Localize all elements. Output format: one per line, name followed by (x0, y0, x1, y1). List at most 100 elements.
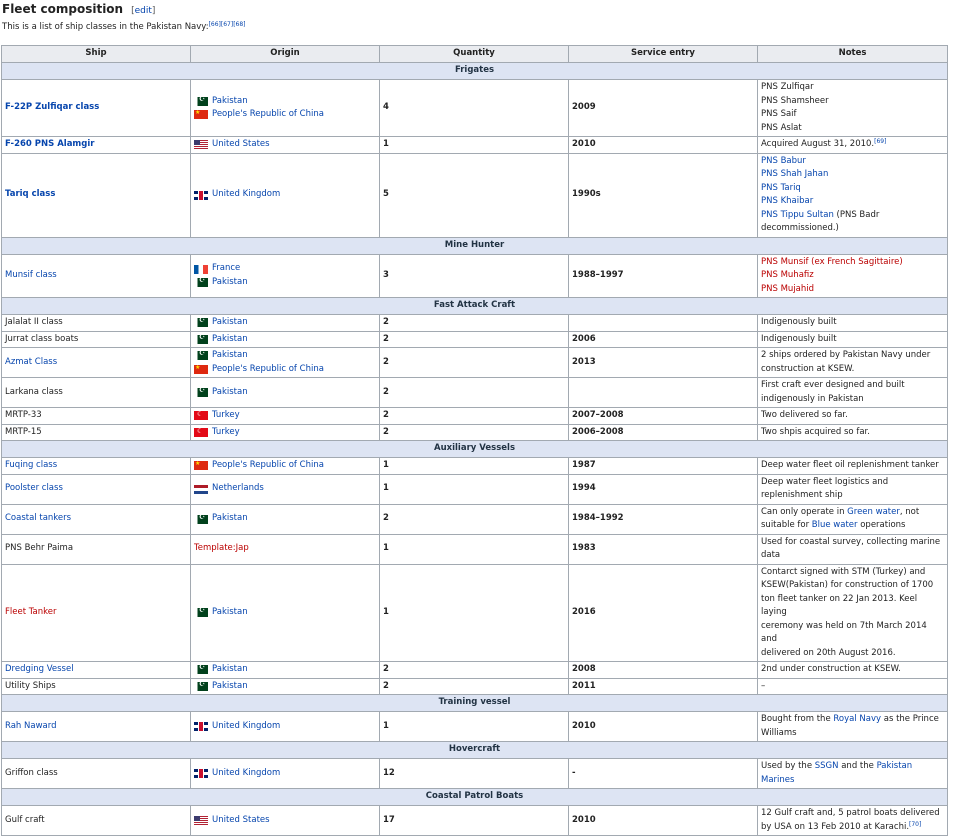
note-link[interactable]: SSGN (815, 761, 839, 771)
ship-name: Larkana class (5, 386, 63, 397)
country-link[interactable]: Turkey (212, 426, 240, 440)
flag-pk-icon (194, 278, 208, 287)
ship-link[interactable]: Fuqing class (5, 460, 57, 470)
ship-link[interactable]: Coastal tankers (5, 513, 71, 523)
notes-line: Used for coastal survey, collecting mari… (761, 536, 944, 550)
note-link-red[interactable]: PNS Munsif (ex French Sagittaire) (761, 257, 903, 267)
note-text: – (761, 680, 766, 691)
country-link[interactable]: People's Republic of China (212, 459, 324, 473)
note-link[interactable]: Pakistan (877, 761, 913, 771)
table-row: Tariq class United Kingdom 5 1990s PNS Babur… (1, 152, 948, 238)
note-text: PNS Saif (761, 109, 797, 119)
country-link[interactable]: People's Republic of China (212, 108, 324, 122)
note-link[interactable]: PNS Babur (761, 156, 806, 166)
notes-cell: Can only operate in Green water, not suit… (757, 503, 948, 535)
col-header-service-entry[interactable]: Service entry (568, 45, 758, 63)
reference[interactable]: [70] (909, 821, 921, 828)
note-link[interactable]: PNS Tippu Sultan (761, 210, 834, 220)
country-link[interactable]: Pakistan (212, 333, 248, 347)
col-header-ship[interactable]: Ship (1, 45, 191, 63)
note-text: , not (899, 506, 920, 517)
country-link[interactable]: Pakistan (212, 276, 248, 290)
quantity-cell: 4 (379, 79, 569, 137)
flag-pk-icon (194, 665, 208, 675)
country-link[interactable]: Template:Jap (194, 542, 249, 556)
notes-line: Two shpis acquired so far. (761, 426, 944, 440)
flag-uk-icon (194, 769, 208, 778)
quantity-cell: 2 (379, 407, 569, 425)
flag-pk-icon (194, 334, 208, 344)
section-header-row: Mine Hunter (1, 236, 948, 255)
ship-link[interactable]: Fleet Tanker (5, 607, 56, 617)
country-link[interactable]: Pakistan (212, 349, 248, 363)
origin-cell: PakistanPeople's Republic of China (190, 79, 380, 137)
note-link[interactable]: Marines (761, 775, 794, 785)
ship-link[interactable]: Munsif class (5, 270, 57, 280)
section-heading: Fleet composition [edit] (2, 1, 155, 17)
origin-item: Turkey (194, 409, 376, 423)
country-link[interactable]: United Kingdom (212, 720, 280, 734)
country-link[interactable]: Pakistan (212, 680, 248, 694)
ship-cell: Tariq class (1, 152, 191, 238)
country-link[interactable]: United States (212, 814, 270, 828)
ship-link[interactable]: Rah Naward (5, 721, 57, 731)
country-link[interactable]: United States (212, 138, 270, 152)
ship-link[interactable]: Azmat Class (5, 357, 57, 367)
notes-cell: Deep water fleet logistics and replenishm… (757, 473, 948, 505)
notes-line: 2nd under construction at KSEW. (761, 663, 944, 677)
table-row: Griffon class United Kingdom 12- Used by th… (1, 758, 948, 789)
note-link[interactable]: Blue water (812, 520, 858, 530)
country-link[interactable]: France (212, 262, 240, 276)
country-link[interactable]: People's Republic of China (212, 363, 324, 377)
origin-cell: FrancePakistan (190, 253, 380, 298)
country-link[interactable]: United Kingdom (212, 767, 280, 781)
note-text: Bought from the (761, 714, 834, 724)
ship-link[interactable]: F-22P Zulfiqar class (5, 102, 99, 112)
ship-name: MRTP-33 (5, 410, 42, 420)
intro-references[interactable]: [66][67][68] (209, 21, 246, 28)
country-link[interactable]: Turkey (212, 409, 240, 423)
note-link[interactable]: PNS Khaibar (761, 196, 813, 206)
country-link[interactable]: Pakistan (212, 663, 248, 677)
country-link[interactable]: United Kingdom (212, 188, 280, 202)
origin-item: People's Republic of China (194, 459, 376, 473)
country-link[interactable]: Pakistan (212, 606, 248, 620)
ship-link[interactable]: Poolster class (5, 483, 63, 493)
origin-cell: United Kingdom (190, 711, 380, 742)
col-header-origin[interactable]: Origin (190, 45, 380, 63)
table-row: Jurrat class boats Pakistan 22006Indigenou… (1, 330, 948, 348)
origin-item: Pakistan (194, 316, 376, 330)
flag-tr-icon (194, 411, 208, 421)
note-link[interactable]: PNS Tariq (761, 183, 801, 193)
origin-cell: Netherlands (190, 473, 380, 505)
ship-link[interactable]: Tariq class (5, 189, 55, 199)
notes-line: Bought from the Royal Navy as the Prince (761, 713, 944, 727)
origin-item: Pakistan (194, 663, 376, 677)
table-row: Munsif classFrancePakistan31988–1997PNS … (1, 253, 948, 298)
note-text: data (761, 550, 781, 560)
note-link[interactable]: PNS Shah Jahan (761, 169, 828, 179)
quantity-cell: 5 (379, 152, 569, 238)
edit-link[interactable]: edit (135, 6, 152, 16)
country-link[interactable]: Pakistan (212, 316, 248, 330)
ship-link[interactable]: Dredging Vessel (5, 664, 74, 674)
col-header-quantity[interactable]: Quantity (379, 45, 569, 63)
country-link[interactable]: Pakistan (212, 95, 248, 109)
notes-line: PNS Tippu Sultan (PNS Badr (761, 209, 944, 223)
notes-line: Williams (761, 727, 944, 741)
country-link[interactable]: Pakistan (212, 386, 248, 400)
note-link[interactable]: Royal Navy (833, 714, 881, 724)
notes-line: PNS Shah Jahan (761, 168, 944, 182)
note-link-red[interactable]: PNS Mujahid (761, 284, 814, 294)
country-link[interactable]: Netherlands (212, 482, 264, 496)
quantity-cell: 2 (379, 661, 569, 679)
note-link-red[interactable]: PNS Muhafiz (761, 270, 814, 280)
notes-line: Used by the SSGN and the Pakistan (761, 760, 944, 774)
col-header-notes[interactable]: Notes (757, 45, 948, 63)
note-link[interactable]: Green water (847, 507, 900, 517)
ship-link[interactable]: F-260 PNS Alamgir (5, 139, 94, 149)
country-link[interactable]: Pakistan (212, 512, 248, 526)
reference[interactable]: [69] (874, 138, 886, 145)
quantity-cell: 2 (379, 377, 569, 408)
table-row: Gulf craft United States 17 2010 12 Gulf cra… (1, 805, 948, 836)
